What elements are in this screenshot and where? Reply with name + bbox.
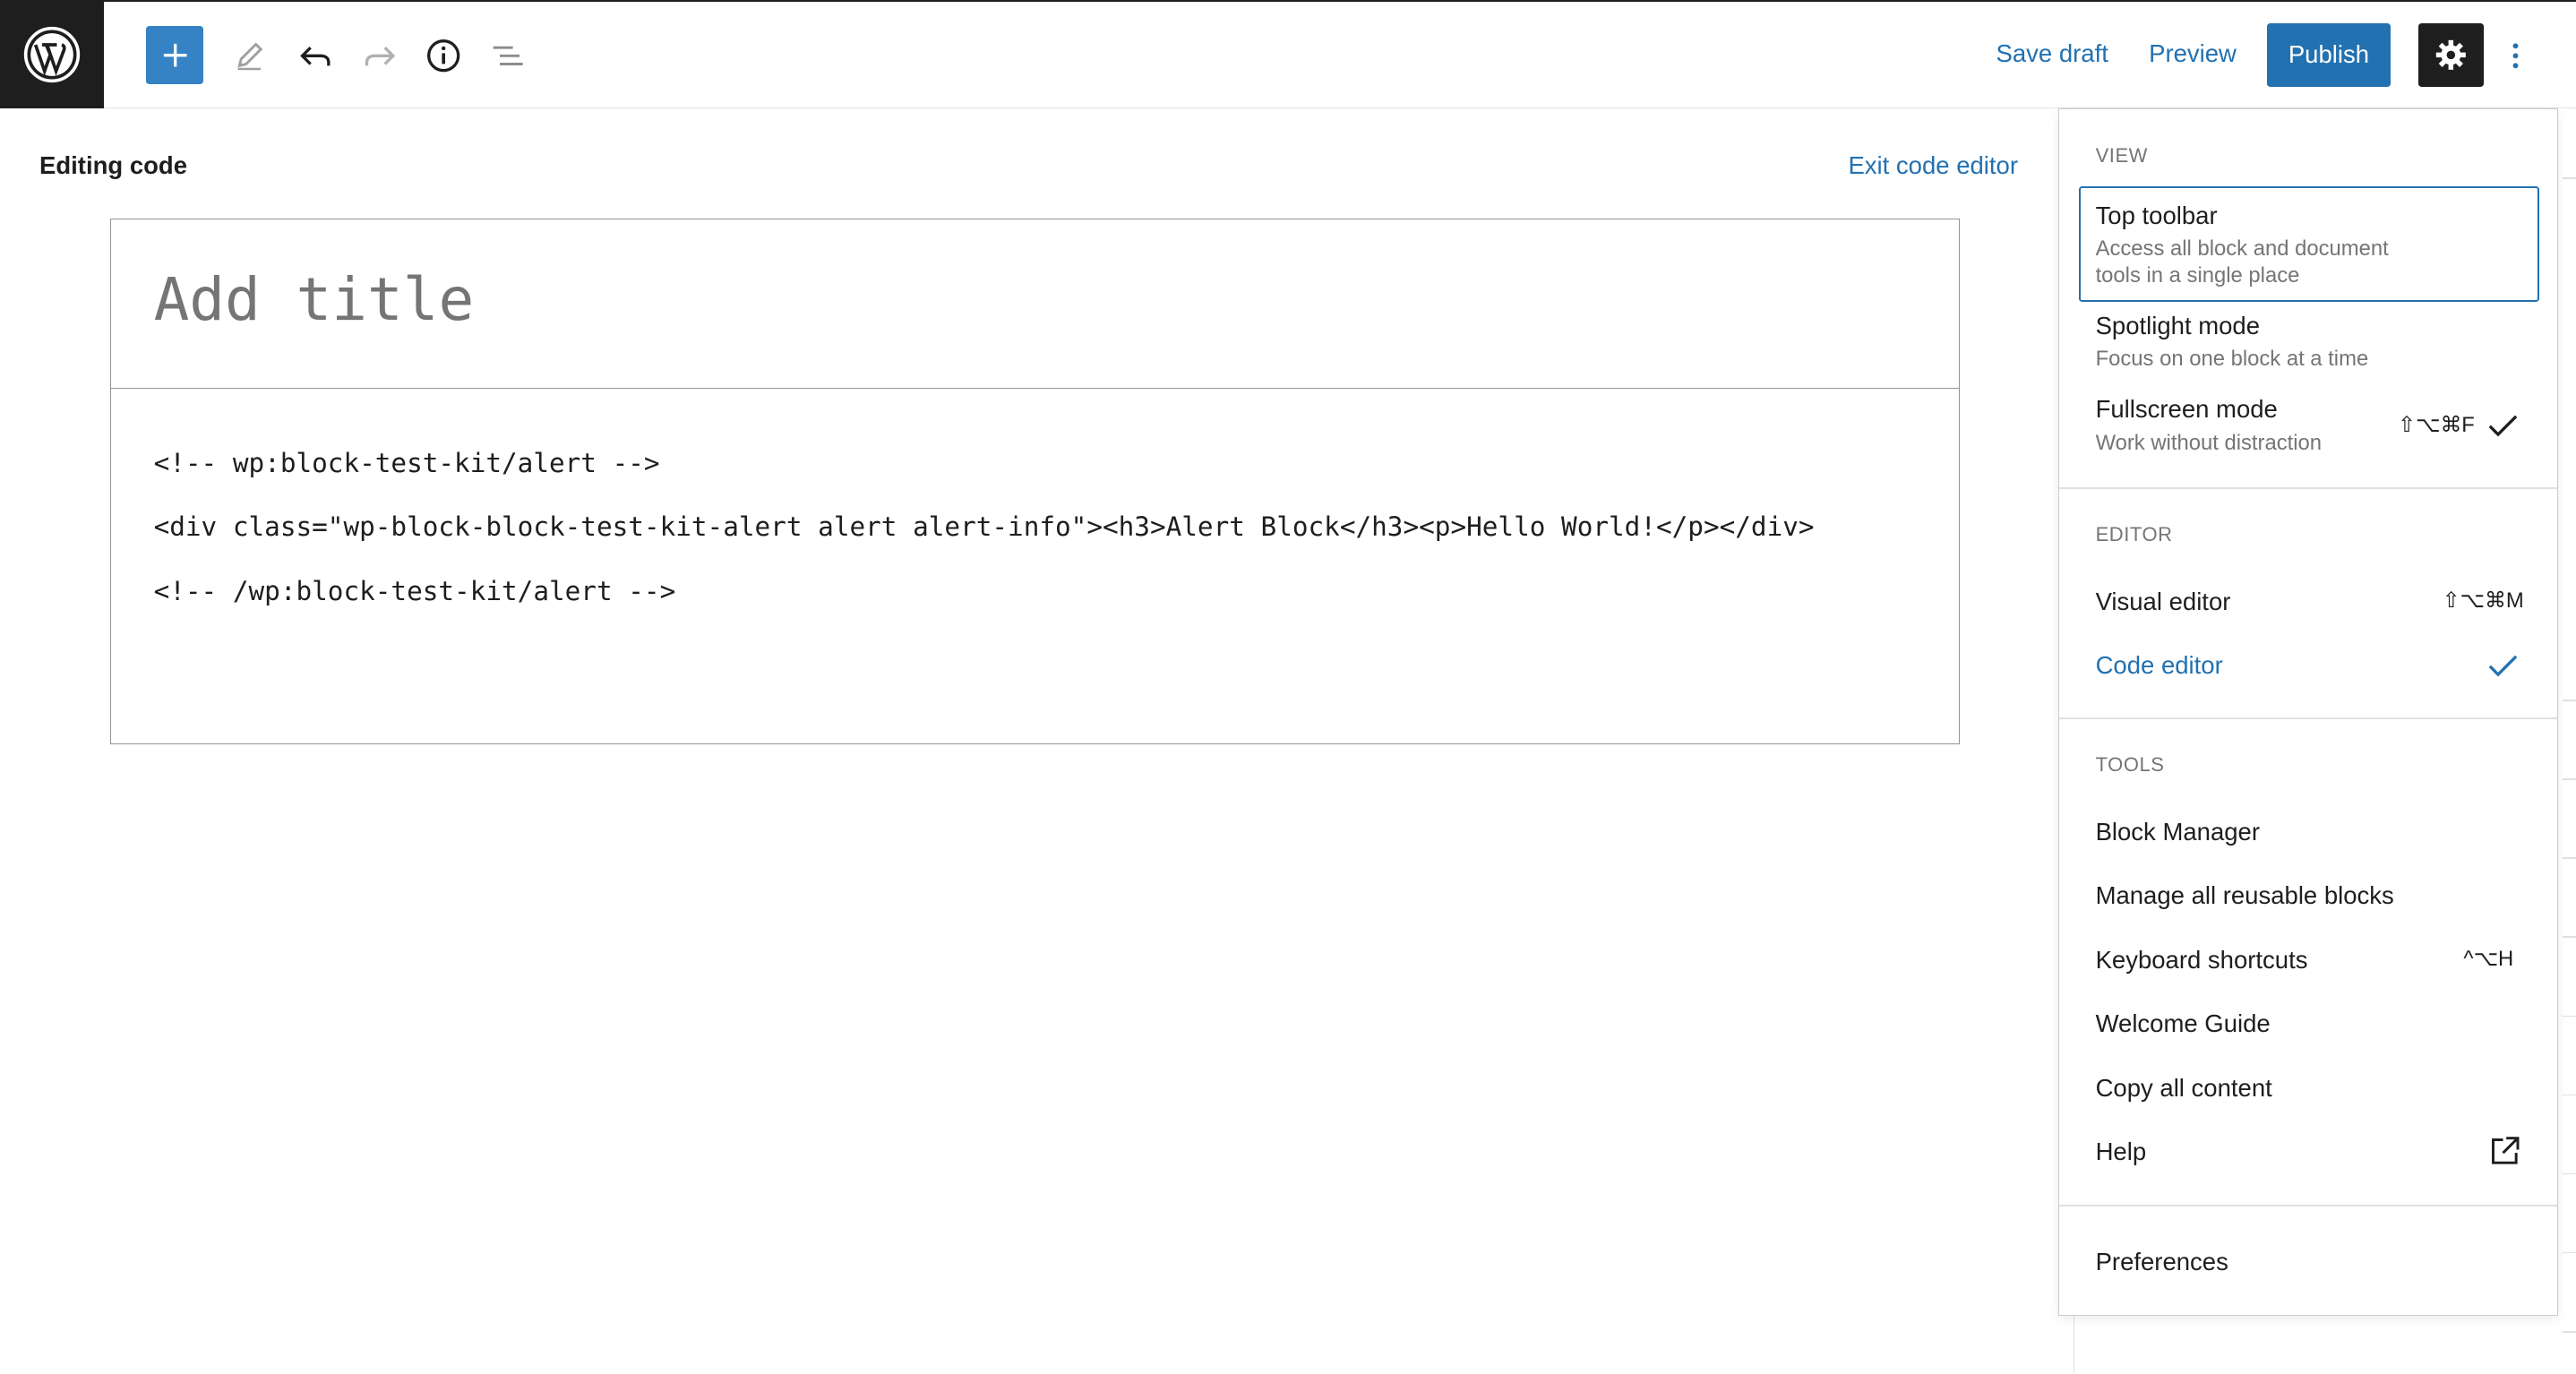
divider bbox=[2563, 1330, 2576, 1333]
code-editor-option[interactable]: Code editor bbox=[2096, 651, 2223, 680]
list-view-button[interactable] bbox=[478, 26, 537, 85]
redo-icon bbox=[365, 47, 395, 66]
divider bbox=[2563, 700, 2576, 702]
divider bbox=[2563, 936, 2576, 939]
preferences-option[interactable]: Preferences bbox=[2096, 1248, 2228, 1276]
keyboard-shortcuts-option[interactable]: Keyboard shortcuts bbox=[2096, 946, 2308, 975]
menu-divider bbox=[2059, 486, 2557, 489]
exit-code-editor-button[interactable]: Exit code editor bbox=[1848, 151, 2018, 180]
divider bbox=[2563, 778, 2576, 781]
options-dropdown: VIEW Top toolbar Access all block and do… bbox=[2058, 108, 2558, 1317]
check-icon bbox=[2485, 408, 2520, 444]
title-field[interactable]: Add title bbox=[110, 219, 1960, 389]
fullscreen-mode-option[interactable]: Fullscreen mode bbox=[2096, 395, 2278, 424]
top-toolbar-description: Access all block and document bbox=[2095, 236, 2389, 262]
code-line[interactable]: <!-- /wp:block-test-kit/alert --> bbox=[154, 576, 676, 606]
keyboard-shortcuts-shortcut: ^⌥H bbox=[2463, 946, 2514, 971]
menu-divider bbox=[2059, 1205, 2557, 1207]
menu-divider bbox=[2059, 717, 2557, 719]
details-button[interactable] bbox=[414, 26, 473, 85]
list-view-icon bbox=[493, 46, 523, 65]
gear-icon bbox=[2436, 39, 2467, 70]
divider bbox=[2563, 1094, 2576, 1096]
divider bbox=[2563, 1015, 2576, 1018]
divider bbox=[2563, 1251, 2576, 1254]
undo-icon bbox=[300, 47, 331, 66]
top-toolbar-label: Top toolbar bbox=[2095, 201, 2218, 229]
external-link-icon bbox=[2486, 1133, 2522, 1169]
publish-button[interactable]: Publish bbox=[2267, 22, 2391, 88]
more-vertical-icon bbox=[2512, 43, 2519, 69]
editor-section-heading: EDITOR bbox=[2095, 523, 2173, 546]
tools-section-heading: TOOLS bbox=[2095, 753, 2165, 777]
spotlight-mode-option[interactable]: Spotlight mode bbox=[2096, 312, 2260, 340]
top-toolbar-description: tools in a single place bbox=[2095, 262, 2300, 288]
editor-header: Save draft Preview Publish bbox=[0, 0, 2576, 109]
info-icon bbox=[427, 39, 460, 73]
pencil-icon bbox=[237, 42, 263, 71]
spotlight-mode-description: Focus on one block at a time bbox=[2095, 347, 2369, 372]
add-block-button[interactable] bbox=[146, 26, 204, 84]
welcome-guide-option[interactable]: Welcome Guide bbox=[2096, 1009, 2271, 1038]
code-line[interactable]: <!-- wp:block-test-kit/alert --> bbox=[154, 448, 660, 478]
divider bbox=[2563, 177, 2576, 179]
wordpress-logo-icon[interactable] bbox=[0, 0, 104, 109]
options-menu-button[interactable] bbox=[2497, 26, 2533, 85]
redo-button[interactable] bbox=[350, 26, 409, 85]
view-section-heading: VIEW bbox=[2095, 143, 2148, 167]
help-option[interactable]: Help bbox=[2096, 1138, 2147, 1166]
manage-reusable-blocks-option[interactable]: Manage all reusable blocks bbox=[2096, 881, 2394, 910]
preview-button[interactable]: Preview bbox=[2149, 39, 2237, 68]
check-icon bbox=[2485, 648, 2520, 684]
undo-button[interactable] bbox=[286, 26, 345, 85]
settings-button[interactable] bbox=[2417, 22, 2485, 88]
visual-editor-option[interactable]: Visual editor bbox=[2096, 588, 2231, 616]
fullscreen-shortcut: ⇧⌥⌘F bbox=[2398, 412, 2475, 437]
copy-all-content-option[interactable]: Copy all content bbox=[2096, 1074, 2272, 1103]
plus-icon bbox=[163, 43, 187, 67]
fullscreen-mode-description: Work without distraction bbox=[2095, 430, 2323, 455]
code-editor: Add title <!-- wp:block-test-kit/alert -… bbox=[109, 218, 1961, 744]
block-manager-option[interactable]: Block Manager bbox=[2096, 818, 2260, 846]
title-input[interactable]: Add title bbox=[154, 265, 475, 334]
save-draft-button[interactable]: Save draft bbox=[1996, 39, 2108, 68]
code-line[interactable]: <div class="wp-block-block-test-kit-aler… bbox=[154, 511, 1815, 542]
visual-editor-shortcut: ⇧⌥⌘M bbox=[2442, 588, 2524, 613]
editing-code-label: Editing code bbox=[39, 150, 188, 179]
divider bbox=[2563, 1172, 2576, 1175]
tools-button[interactable] bbox=[220, 26, 279, 85]
divider bbox=[2563, 857, 2576, 860]
